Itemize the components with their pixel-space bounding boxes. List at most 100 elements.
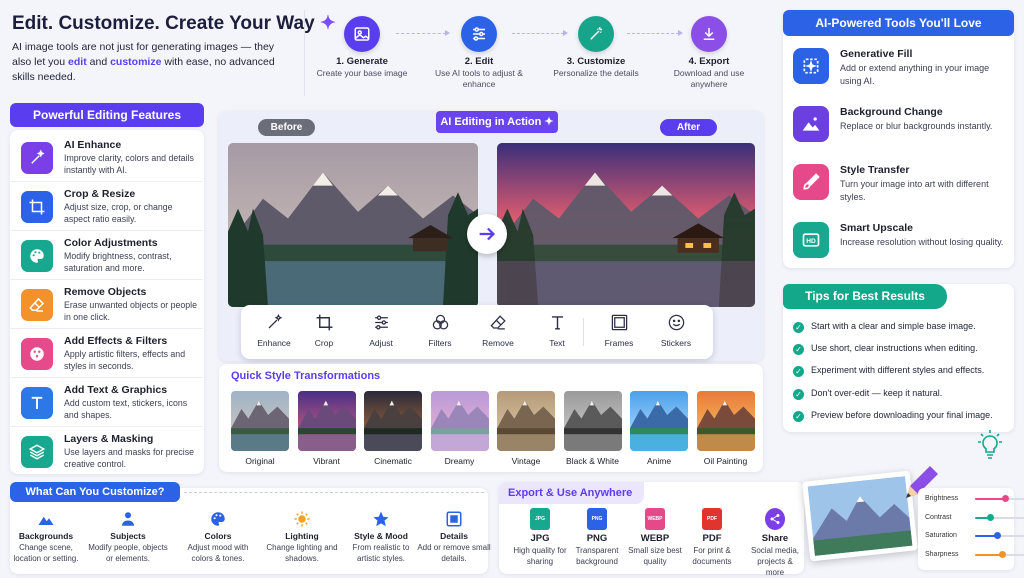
- feature-add-effects[interactable]: Add Effects & Filters Apply artistic fil…: [10, 330, 203, 378]
- style-thumb-cinematic[interactable]: [364, 391, 422, 451]
- tool-frames[interactable]: Frames: [594, 313, 644, 348]
- dashed-divider: [184, 492, 484, 493]
- filters-icon: [432, 314, 448, 330]
- tips-heading: Tips for Best Results: [783, 284, 947, 309]
- crop-icon: [21, 191, 53, 223]
- feature-crop-resize[interactable]: Crop & Resize Adjust size, crop, or chan…: [10, 183, 203, 231]
- tip-item: ✓ Preview before downloading your final i…: [793, 410, 993, 422]
- file-icon: JPG: [530, 508, 550, 530]
- after-image: [497, 143, 755, 307]
- feature-add-text[interactable]: Add Text & Graphics Add custom text, sti…: [10, 379, 203, 427]
- style-thumb-original[interactable]: [231, 391, 289, 451]
- tool-remove[interactable]: Remove: [473, 313, 523, 348]
- check-icon: ✓: [793, 344, 804, 355]
- person-icon: [122, 512, 134, 526]
- svg-text:HD: HD: [806, 238, 816, 245]
- intro-text: AI image tools are not just for generati…: [12, 41, 275, 83]
- wand-icon: [268, 313, 282, 329]
- slider-brightness[interactable]: Brightness: [925, 495, 1024, 502]
- features-panel: AI Enhance Improve clarity, colors and d…: [10, 130, 204, 474]
- check-icon: ✓: [793, 411, 804, 422]
- file-icon: WEBP: [645, 508, 665, 530]
- feature-color-adjustments[interactable]: Color Adjustments Modify brightness, con…: [10, 232, 203, 280]
- palette-icon: [211, 512, 225, 526]
- style-thumb-vibrant[interactable]: [297, 391, 356, 451]
- toolbar-divider: [583, 318, 584, 346]
- eraser-icon: [21, 289, 53, 321]
- slider-saturation[interactable]: Saturation: [925, 532, 1024, 539]
- feature-ai-enhance[interactable]: AI Enhance Improve clarity, colors and d…: [10, 134, 203, 182]
- image-icon: [344, 16, 380, 52]
- export-pdf[interactable]: PDF PDF For print & documents: [684, 508, 740, 567]
- style-thumb-vintage[interactable]: [497, 391, 555, 451]
- customize-lighting: Lighting Change lighting and shadows.: [262, 510, 342, 564]
- ai-tools-heading: AI-Powered Tools You'll Love: [783, 10, 1014, 36]
- ai-tool-style-transfer[interactable]: Style Transfer Turn your image into art …: [783, 158, 1017, 216]
- style-label: Vibrant: [313, 456, 340, 466]
- generative-fill-icon: [793, 48, 829, 84]
- palette-icon: [21, 240, 53, 272]
- export-jpg[interactable]: JPG JPG High quality for sharing: [512, 508, 568, 567]
- magic-wand-icon: [578, 16, 614, 52]
- step-generate: 1. Generate Create your base image: [312, 16, 412, 79]
- style-thumb-anime[interactable]: [630, 391, 688, 451]
- ai-tool-generative-fill[interactable]: Generative Fill Add or extend anything i…: [783, 42, 1017, 100]
- feature-remove-objects[interactable]: Remove Objects Erase unwanted objects or…: [10, 281, 203, 329]
- customize-details: Details Add or remove small details.: [414, 510, 494, 564]
- tip-item: ✓ Don't over-edit — keep it natural.: [793, 388, 942, 400]
- ai-editing-badge: AI Editing in Action ✦: [436, 111, 558, 133]
- style-label: Vintage: [511, 456, 541, 466]
- text-icon: [21, 387, 53, 419]
- check-icon: ✓: [793, 322, 804, 333]
- tool-crop[interactable]: Crop: [299, 313, 349, 348]
- brush-icon: [793, 164, 829, 200]
- layers-icon: [21, 436, 53, 468]
- landscape-icon: [793, 106, 829, 142]
- tool-filters[interactable]: Filters: [415, 313, 465, 348]
- ai-tool-smart-upscale[interactable]: HD Smart Upscale Increase resolution wit…: [783, 216, 1017, 274]
- slider-contrast[interactable]: Contrast: [925, 513, 1024, 521]
- sliders-icon: [374, 315, 388, 330]
- export-png[interactable]: PNG PNG Transparent background: [569, 508, 625, 567]
- details-icon: [446, 511, 462, 527]
- slider-sharpness[interactable]: Sharpness: [925, 550, 1024, 558]
- style-label: Original: [245, 456, 275, 466]
- tip-item: ✓ Experiment with different styles and ef…: [793, 365, 984, 377]
- sun-icon: [294, 511, 310, 527]
- style-thumb-dreamy[interactable]: [430, 391, 489, 451]
- lightbulb-icon: [976, 428, 1004, 462]
- style-label: Cinematic: [374, 456, 412, 466]
- style-thumb-black-white[interactable]: [563, 391, 622, 451]
- frame-icon: [611, 314, 627, 331]
- tool-adjust[interactable]: Adjust: [356, 313, 406, 348]
- customize-subjects: Subjects Modify people, objects or elemen…: [88, 510, 168, 564]
- export-share[interactable]: Share Social media, projects & more: [747, 508, 803, 578]
- crop-icon: [316, 314, 332, 331]
- tip-item: ✓ Use short, clear instructions when edit…: [793, 343, 978, 355]
- smiley-icon: [668, 314, 684, 331]
- effects-icon: [21, 338, 53, 370]
- after-label: After: [660, 119, 717, 136]
- feature-layers-masking[interactable]: Layers & Masking Use layers and masks fo…: [10, 428, 203, 476]
- step-export: 4. Export Download and use anywhere: [659, 16, 759, 90]
- share-icon: [765, 508, 785, 530]
- export-webp[interactable]: WEBP WEBP Small size best quality: [627, 508, 683, 567]
- before-image: [228, 143, 478, 307]
- style-label: Black & White: [566, 456, 619, 466]
- sparkle-wand-icon: [21, 142, 53, 174]
- export-heading: Export & Use Anywhere: [499, 482, 644, 504]
- tip-item: ✓ Start with a clear and simple base imag…: [793, 321, 976, 333]
- tool-stickers[interactable]: Stickers: [651, 313, 701, 348]
- text-icon: [551, 316, 563, 330]
- styles-heading: Quick Style Transformations: [231, 370, 381, 382]
- mountain-icon: [38, 516, 54, 525]
- before-label: Before: [258, 119, 315, 136]
- style-label: Dreamy: [444, 456, 475, 466]
- style-label: Anime: [646, 456, 672, 466]
- tool-text[interactable]: Text: [532, 313, 582, 348]
- ai-tool-background-change[interactable]: Background Change Replace or blur backgr…: [783, 100, 1017, 158]
- customize-backgrounds: Backgrounds Change scene, location or set…: [6, 510, 86, 564]
- tool-enhance[interactable]: Enhance: [249, 313, 299, 348]
- file-icon: PDF: [702, 508, 722, 530]
- style-thumb-oil-painting[interactable]: [696, 391, 755, 451]
